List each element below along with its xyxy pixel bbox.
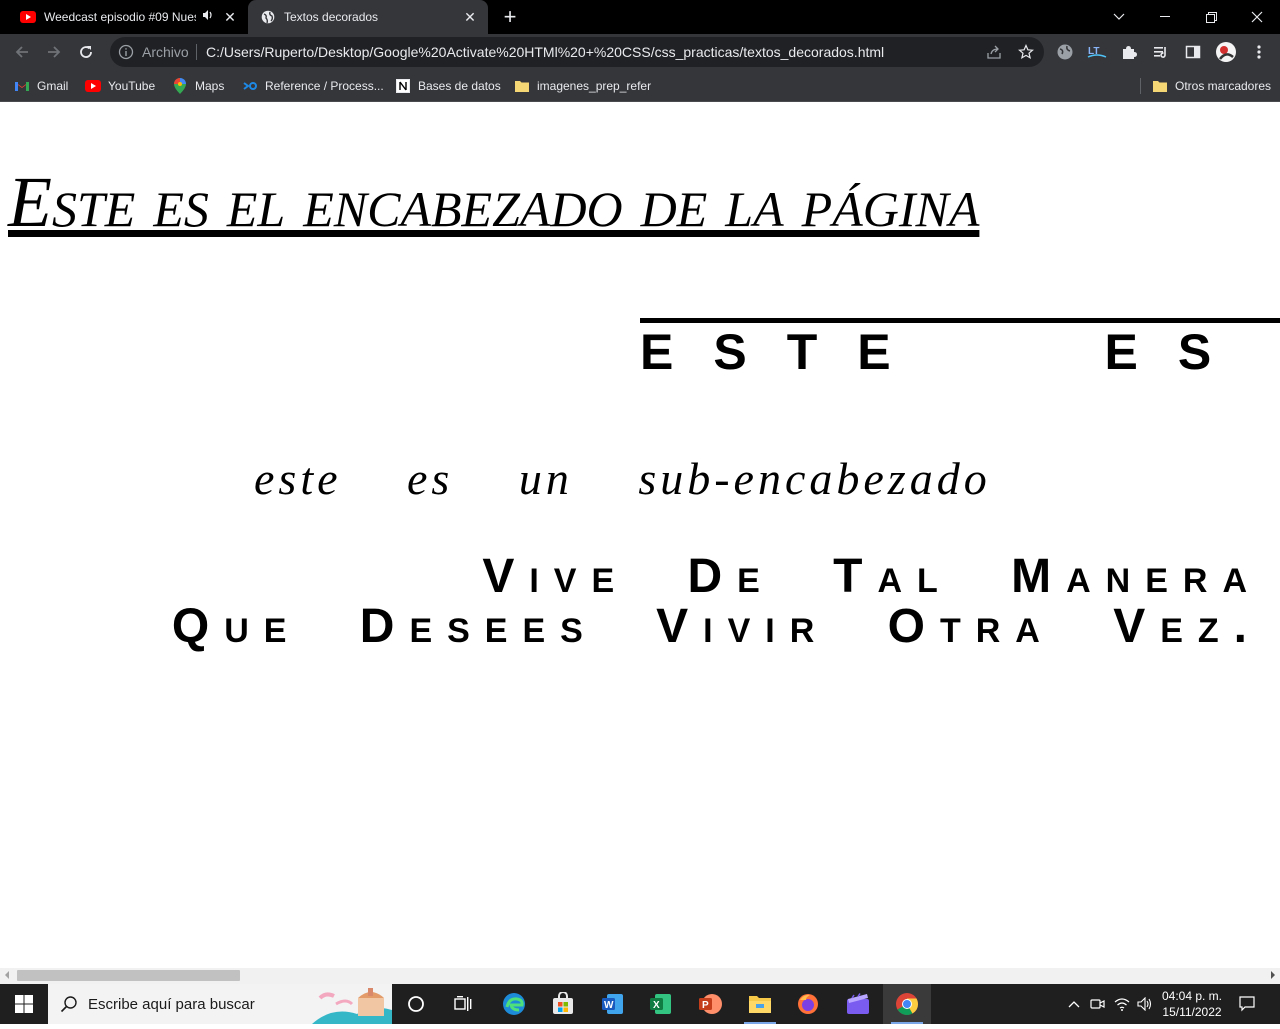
bookmark-maps[interactable]: Maps [172,76,224,96]
globe-icon [260,9,276,25]
bookmark-label: YouTube [108,79,156,93]
new-tab-button[interactable]: + [498,5,522,29]
taskbar-clock[interactable]: 04:04 p. m. 15/11/2022 [1156,988,1228,1020]
bookmark-label: Bases de datos [418,79,501,93]
extension-globe-icon[interactable] [1055,42,1075,62]
youtube-icon [20,9,36,25]
bookmark-label: Maps [195,79,225,93]
youtube-icon [85,78,101,94]
divider [196,44,197,60]
url-text[interactable]: C:/Users/Ruperto/Desktop/Google%20Activa… [206,44,884,60]
quote-text: Vive De Tal Manera Que Desees Vivir Otra… [0,552,1262,652]
windows-start-button[interactable] [0,984,48,1024]
quote-line-2: Que Desees Vivir Otra Vez. [171,600,1262,653]
extensions-puzzle-icon[interactable] [1119,42,1139,62]
firefox-icon[interactable] [784,984,832,1024]
clock-time: 04:04 p. m. [1161,989,1223,1003]
excel-icon[interactable]: X [637,984,685,1024]
bookmark-youtube[interactable]: YouTube [85,76,155,96]
quote-line-1: Vive De Tal Manera [482,550,1262,603]
windows-taskbar: Escribe aquí para buscar W X P 04:04 p. … [0,984,1280,1024]
info-icon[interactable] [118,44,134,60]
horizontal-scrollbar[interactable] [0,968,1280,984]
folder-icon [1152,78,1168,94]
page-subheading: este es un sub-encabezado [254,453,991,504]
processing-icon [242,78,258,94]
file-explorer-icon[interactable] [736,984,784,1024]
scheme-label: Archivo [142,44,189,60]
bookmark-gmail[interactable]: Gmail [14,76,68,96]
search-placeholder: Escribe aquí para buscar [88,996,255,1013]
meet-now-icon[interactable] [1088,984,1108,1024]
search-icon [60,995,78,1013]
bookmark-otros-marcadores[interactable]: Otros marcadores [1152,76,1271,96]
bookmark-label: Otros marcadores [1175,79,1272,93]
wifi-icon[interactable] [1112,984,1132,1024]
close-window-button[interactable] [1234,0,1280,34]
back-button[interactable] [8,38,36,66]
browser-toolbar: Archivo C:/Users/Ruperto/Desktop/Google%… [0,34,1280,70]
bookmarks-bar: Gmail YouTube Maps Reference / Process..… [0,70,1280,102]
clipchamp-icon[interactable] [834,984,882,1024]
address-bar[interactable]: Archivo C:/Users/Ruperto/Desktop/Google%… [110,37,1044,67]
close-tab-icon[interactable]: ✕ [222,9,238,25]
restore-button[interactable] [1188,0,1234,34]
bookmark-reference[interactable]: Reference / Process... [242,76,384,96]
svg-text:W: W [604,1000,614,1011]
tab-weedcast[interactable]: Weedcast episodio #09 Nuestras ✕ [8,0,248,34]
notion-icon [395,78,411,94]
side-panel-icon[interactable] [1183,42,1203,62]
tab-search-icon[interactable] [1096,0,1142,34]
scroll-right-arrow-icon[interactable] [1271,971,1275,979]
bookmark-bases-de-datos[interactable]: Bases de datos [395,76,501,96]
star-icon[interactable] [1018,44,1034,60]
bookmark-label: imagenes_prep_refer [537,79,652,93]
extension-translate-icon[interactable]: LT [1087,42,1107,62]
reload-button[interactable] [72,38,100,66]
close-tab-icon[interactable]: ✕ [462,9,478,25]
page-heading: Este es el encabezado de la página [8,162,980,242]
maps-icon [172,78,188,94]
tab-title: Weedcast episodio #09 Nuestras [44,10,196,24]
volume-icon[interactable] [1135,984,1155,1024]
scroll-left-arrow-icon[interactable] [5,971,9,979]
speaker-icon[interactable] [202,9,216,25]
task-view-icon[interactable] [440,984,488,1024]
tab-strip: Weedcast episodio #09 Nuestras ✕ Textos … [0,0,1280,34]
powerpoint-icon[interactable]: P [686,984,734,1024]
folder-icon [514,78,530,94]
clock-date: 15/11/2022 [1162,1005,1222,1019]
scrollbar-thumb[interactable] [17,970,240,981]
chevron-up-icon[interactable] [1064,984,1084,1024]
page-viewport: Este es el encabezado de la página ESTE … [0,102,1280,968]
forward-button[interactable] [40,38,68,66]
svg-text:X: X [653,1000,660,1011]
menu-kebab-icon[interactable] [1249,42,1269,62]
taskbar-search-box[interactable]: Escribe aquí para buscar [48,984,392,1024]
search-highlight-illustration [312,984,392,1024]
notifications-icon[interactable] [1232,984,1262,1024]
profile-avatar[interactable] [1215,41,1237,63]
edge-icon[interactable] [490,984,538,1024]
svg-text:P: P [702,1000,709,1011]
bookmark-imagenes[interactable]: imagenes_prep_refer [514,76,651,96]
chrome-icon[interactable] [883,984,931,1024]
tab-title: Textos decorados [284,10,379,24]
store-icon[interactable] [539,984,587,1024]
minimize-button[interactable] [1142,0,1188,34]
bookmark-label: Reference / Process... [265,79,384,93]
cortana-icon[interactable] [392,984,440,1024]
share-icon[interactable] [986,44,1002,60]
divider [1140,78,1141,94]
tab-textos-decorados[interactable]: Textos decorados ✕ [248,0,488,34]
bookmark-label: Gmail [37,79,69,93]
page-heading-2: ESTE ES [640,318,1280,381]
gmail-icon [14,78,30,94]
word-icon[interactable]: W [589,984,637,1024]
media-control-icon[interactable] [1151,42,1171,62]
